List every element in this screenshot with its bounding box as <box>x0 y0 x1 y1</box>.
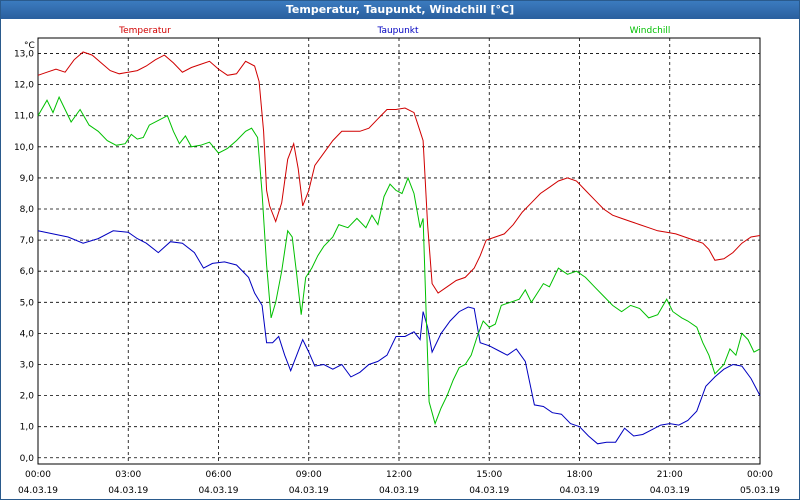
x-tick-date: 04.03.19 <box>379 486 419 496</box>
x-tick-time: 00:00 <box>25 470 51 480</box>
x-tick-date: 04.03.19 <box>289 486 329 496</box>
x-tick-time: 15:00 <box>476 470 502 480</box>
y-tick-label: 4,0 <box>20 329 35 339</box>
y-tick-label: 7,0 <box>20 236 35 246</box>
y-tick-label: 13,0 <box>14 50 34 60</box>
y-tick-label: 1,0 <box>20 423 35 433</box>
legend-entry-taupunkt: Taupunkt <box>376 26 419 36</box>
y-tick-label: 9,0 <box>20 174 35 184</box>
x-tick-time: 06:00 <box>206 470 232 480</box>
x-tick-time: 12:00 <box>386 470 412 480</box>
x-tick-date: 04.03.19 <box>559 486 599 496</box>
y-axis-label: °C <box>24 41 35 51</box>
y-tick-label: 8,0 <box>20 205 35 215</box>
x-tick-date: 04.03.19 <box>108 486 148 496</box>
y-tick-label: 0,0 <box>20 454 35 464</box>
x-tick-time: 18:00 <box>567 470 593 480</box>
y-tick-label: 11,0 <box>14 112 34 122</box>
y-tick-label: 6,0 <box>20 267 35 277</box>
y-tick-label: 2,0 <box>20 392 35 402</box>
x-tick-date: 04.03.19 <box>469 486 509 496</box>
legend-entry-temperatur: Temperatur <box>118 26 171 36</box>
x-tick-time: 03:00 <box>115 470 141 480</box>
legend: Temperatur Taupunkt Windchill <box>118 26 670 36</box>
y-tick-label: 12,0 <box>14 81 34 91</box>
y-tick-label: 5,0 <box>20 298 35 308</box>
x-tick-date: 04.03.19 <box>650 486 690 496</box>
line-chart: 0,0 1,0 2,0 3,0 4,0 5,0 6,0 7,0 8,0 9,0 10,0 11,0 12… <box>14 26 780 496</box>
x-tick-date: 04.03.19 <box>18 486 58 496</box>
y-tick-label: 3,0 <box>20 360 35 370</box>
x-tick-time: 09:00 <box>296 470 322 480</box>
x-tick-time: 21:00 <box>657 470 683 480</box>
x-tick-date: 04.03.19 <box>198 486 238 496</box>
y-tick-label: 10,0 <box>14 143 34 153</box>
x-tick-time: 00:00 <box>747 470 773 480</box>
legend-entry-windchill: Windchill <box>630 26 671 36</box>
x-tick-date: 05.03.19 <box>740 486 780 496</box>
